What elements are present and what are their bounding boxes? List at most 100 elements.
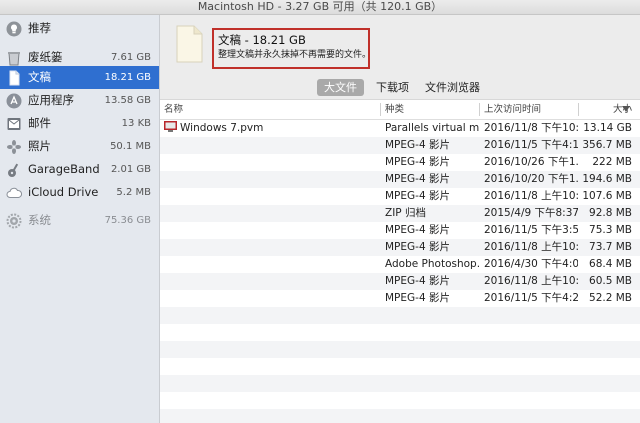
empty-row <box>160 375 640 392</box>
empty-row <box>160 409 640 423</box>
table-row[interactable]: MPEG-4 影片 2016/10/26 下午1... 222 MB <box>160 154 640 171</box>
lightbulb-icon <box>6 21 22 37</box>
sidebar-item-icloud-drive[interactable]: iCloud Drive 5.2 MB <box>0 181 159 204</box>
file-kind: ZIP 归档 <box>385 207 426 219</box>
file-last-accessed: 2016/10/20 下午1... <box>484 173 578 185</box>
column-divider <box>578 103 579 116</box>
tab-large-files[interactable]: 大文件 <box>317 79 364 96</box>
category-title: 文稿 - 18.21 GB <box>218 33 306 47</box>
file-kind: MPEG-4 影片 <box>385 156 450 168</box>
sidebar-item-label: 邮件 <box>28 116 51 130</box>
file-last-accessed: 2016/4/30 下午4:01 <box>484 258 578 270</box>
file-last-accessed: 2016/11/8 上午10:... <box>484 275 578 287</box>
guitar-icon <box>8 163 19 177</box>
sidebar-item-size: 18.21 GB <box>104 72 151 83</box>
parallels-vm-icon <box>164 121 177 132</box>
sidebar-item-size: 13.58 GB <box>104 95 151 106</box>
file-list: Windows 7.pvm Parallels virtual m... 201… <box>160 120 640 423</box>
category-header: 文稿 - 18.21 GB 整理文稿并永久抹掉不再需要的文件。 <box>160 15 640 72</box>
file-kind: MPEG-4 影片 <box>385 190 450 202</box>
table-row[interactable]: Adobe Photoshop... 2016/4/30 下午4:01 68.4… <box>160 256 640 273</box>
file-name-cell: Windows 7.pvm <box>164 120 378 137</box>
file-size: 60.5 MB <box>589 275 632 287</box>
mail-icon <box>7 118 21 130</box>
sidebar-item-size: 75.36 GB <box>104 215 151 226</box>
file-size: 356.7 MB <box>582 139 632 151</box>
sidebar: 推荐 废纸篓 7.61 GB 文稿 18.21 GB 应用程序 13.58 GB… <box>0 15 160 423</box>
column-header-kind[interactable]: 种类 <box>385 100 404 119</box>
file-size: 107.6 MB <box>582 190 632 202</box>
file-size: 13.14 GB <box>583 122 632 134</box>
gear-icon <box>6 213 22 229</box>
sidebar-item-size: 2.01 GB <box>110 164 151 175</box>
document-icon <box>9 70 20 86</box>
category-description: 整理文稿并永久抹掉不再需要的文件。 <box>218 50 372 60</box>
window-title: Macintosh HD - 3.27 GB 可用（共 120.1 GB） <box>0 0 640 15</box>
table-row[interactable]: ZIP 归档 2015/4/9 下午8:37 92.8 MB <box>160 205 640 222</box>
sidebar-item-label: GarageBand <box>28 162 100 176</box>
sidebar-item-size: 5.2 MB <box>116 187 151 198</box>
storage-management-window: Macintosh HD - 3.27 GB 可用（共 120.1 GB） 推荐… <box>0 0 640 423</box>
file-kind: MPEG-4 影片 <box>385 241 450 253</box>
file-size: 222 MB <box>592 156 632 168</box>
sidebar-item-size: 50.1 MB <box>110 141 151 152</box>
column-divider <box>479 103 480 116</box>
app-store-icon <box>6 93 22 109</box>
sidebar-item-system[interactable]: 系统 75.36 GB <box>0 209 159 232</box>
file-kind: MPEG-4 影片 <box>385 139 450 151</box>
table-row[interactable]: MPEG-4 影片 2016/11/5 下午4:12 356.7 MB <box>160 137 640 154</box>
column-header-name[interactable]: 名称 <box>164 100 183 119</box>
cloud-icon <box>6 187 22 198</box>
table-header: 名称 种类 上次访问时间 大小 <box>160 100 640 120</box>
sidebar-item-documents[interactable]: 文稿 18.21 GB <box>0 66 159 89</box>
sidebar-item-label: iCloud Drive <box>28 185 99 199</box>
file-last-accessed: 2016/11/8 上午10:13 <box>484 190 578 202</box>
sidebar-item-mail[interactable]: 邮件 13 KB <box>0 112 159 135</box>
file-last-accessed: 2016/10/26 下午1... <box>484 156 578 168</box>
file-last-accessed: 2016/11/5 下午4:12 <box>484 139 578 151</box>
sidebar-item-size: 13 KB <box>121 118 151 129</box>
sidebar-item-label: 应用程序 <box>28 93 74 107</box>
file-size: 68.4 MB <box>589 258 632 270</box>
photos-icon <box>7 140 21 154</box>
table-row[interactable]: MPEG-4 影片 2016/11/5 下午3:58 75.3 MB <box>160 222 640 239</box>
empty-row <box>160 307 640 324</box>
file-last-accessed: 2016/11/8 下午10:... <box>484 122 578 134</box>
sidebar-item-label: 系统 <box>28 213 51 227</box>
sort-descending-icon[interactable] <box>622 106 630 112</box>
table-row[interactable]: MPEG-4 影片 2016/11/8 上午10:13 107.6 MB <box>160 188 640 205</box>
tab-downloads[interactable]: 下载项 <box>369 79 416 96</box>
file-size: 194.6 MB <box>582 173 632 185</box>
tab-file-browser[interactable]: 文件浏览器 <box>418 79 487 96</box>
view-tabs: 大文件 下载项 文件浏览器 <box>160 72 640 100</box>
sidebar-item-label: 文稿 <box>28 70 51 84</box>
file-size: 73.7 MB <box>589 241 632 253</box>
column-divider <box>380 103 381 116</box>
table-row[interactable]: MPEG-4 影片 2016/10/20 下午1... 194.6 MB <box>160 171 640 188</box>
column-header-date[interactable]: 上次访问时间 <box>484 100 541 119</box>
sidebar-item-applications[interactable]: 应用程序 13.58 GB <box>0 89 159 112</box>
file-kind: MPEG-4 影片 <box>385 173 450 185</box>
sidebar-item-photos[interactable]: 照片 50.1 MB <box>0 135 159 158</box>
sidebar-item-recommendations[interactable]: 推荐 <box>0 17 159 40</box>
file-last-accessed: 2016/11/5 下午3:58 <box>484 224 578 236</box>
file-kind: MPEG-4 影片 <box>385 275 450 287</box>
file-size: 52.2 MB <box>589 292 632 304</box>
file-kind: Parallels virtual m... <box>385 122 479 134</box>
file-last-accessed: 2016/11/8 上午10:... <box>484 241 578 253</box>
table-row[interactable]: Windows 7.pvm Parallels virtual m... 201… <box>160 120 640 137</box>
file-last-accessed: 2016/11/5 下午4:20 <box>484 292 578 304</box>
table-row[interactable]: MPEG-4 影片 2016/11/8 上午10:... 73.7 MB <box>160 239 640 256</box>
table-row[interactable]: MPEG-4 影片 2016/11/8 上午10:... 60.5 MB <box>160 273 640 290</box>
table-row[interactable]: MPEG-4 影片 2016/11/5 下午4:20 52.2 MB <box>160 290 640 307</box>
trash-icon <box>8 52 20 66</box>
sidebar-item-label: 照片 <box>28 139 51 153</box>
sidebar-item-garageband[interactable]: GarageBand 2.01 GB <box>0 158 159 181</box>
file-last-accessed: 2015/4/9 下午8:37 <box>484 207 578 219</box>
document-icon <box>176 25 203 63</box>
file-kind: Adobe Photoshop... <box>385 258 479 270</box>
empty-row <box>160 341 640 358</box>
file-name: Windows 7.pvm <box>180 122 264 134</box>
sidebar-item-label: 推荐 <box>28 21 51 35</box>
file-size: 75.3 MB <box>589 224 632 236</box>
